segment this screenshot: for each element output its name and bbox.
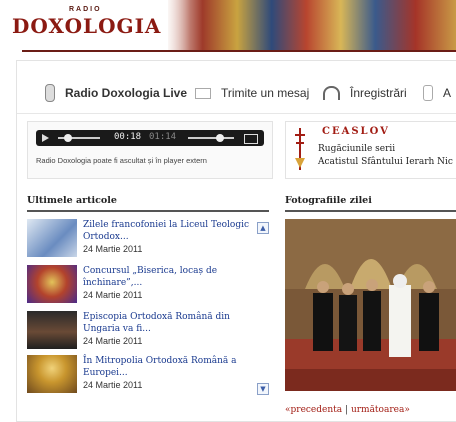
cross-icon <box>295 128 305 170</box>
site-logo[interactable]: DOXOLOGIA <box>12 14 161 38</box>
nav-send-message-label: Trimite un mesaj <box>221 86 310 100</box>
play-icon[interactable] <box>42 134 49 142</box>
main-content: Radio Doxologia Live Trimite un mesaj În… <box>16 60 456 422</box>
article-thumbnail[interactable] <box>27 355 77 393</box>
logo-radio-label: RADIO <box>69 6 102 13</box>
nav-send-message[interactable]: Trimite un mesaj <box>195 73 309 113</box>
previous-photo-link[interactable]: «precedenta <box>285 405 342 415</box>
article-date: 24 Martie 2011 <box>83 290 143 300</box>
article-title[interactable]: Zilele francofoniei la Liceul Teologic O… <box>83 219 255 243</box>
article-thumbnail[interactable] <box>27 311 77 349</box>
ceaslov-akathist[interactable]: Acatistul Sfântului Ierarh Nic <box>318 157 453 167</box>
envelope-icon <box>195 87 211 99</box>
photo-of-the-day[interactable] <box>285 219 456 391</box>
article-date: 24 Martie 2011 <box>83 336 143 346</box>
volume-slider[interactable] <box>188 137 234 139</box>
list-item[interactable]: În Mitropolia Ortodoxă Română a Europei.… <box>27 355 267 399</box>
list-item[interactable]: Concursul „Biserica, locaș de închinare”… <box>27 265 267 309</box>
photo-navigation: «precedenta | următoarea» <box>285 405 410 415</box>
ceaslov-evening-prayers[interactable]: Rugăciunile serii <box>318 144 395 154</box>
photos-title: Fotografiile zilei <box>285 195 372 206</box>
nav-recordings-label: Înregistrări <box>350 86 407 100</box>
next-photo-link[interactable]: următoarea» <box>351 405 410 415</box>
external-player-note[interactable]: Radio Doxologia poate fi ascultat și în … <box>36 156 207 165</box>
time-total: 01:14 <box>149 132 177 142</box>
top-nav: Radio Doxologia Live Trimite un mesaj În… <box>17 73 456 113</box>
photo-nav-separator: | <box>345 405 349 415</box>
ceaslov-title: CEASLOV <box>322 126 390 137</box>
list-item[interactable]: Episcopia Ortodoxă Română din Ungaria va… <box>27 311 267 355</box>
list-item[interactable]: Zilele francofoniei la Liceul Teologic O… <box>27 219 267 263</box>
nav-more-label: A <box>443 86 452 100</box>
article-title[interactable]: Concursul „Biserica, locaș de închinare”… <box>83 265 255 289</box>
time-elapsed: 00:18 <box>114 132 142 142</box>
microphone-icon <box>45 84 55 102</box>
person-icon <box>423 85 433 101</box>
nav-radio-live-label: Radio Doxologia Live <box>65 86 188 100</box>
nav-recordings[interactable]: Înregistrări <box>323 73 407 113</box>
photo-image <box>285 219 456 391</box>
nav-more[interactable]: A <box>423 73 451 113</box>
scroll-down-button[interactable]: ▼ <box>257 383 269 395</box>
volume-knob[interactable] <box>216 134 224 142</box>
article-thumbnail[interactable] <box>27 265 77 303</box>
article-thumbnail[interactable] <box>27 219 77 257</box>
headphones-icon <box>323 86 340 100</box>
seek-knob[interactable] <box>64 134 72 142</box>
site-header: RADIO DOXOLOGIA <box>0 0 456 50</box>
article-title[interactable]: Episcopia Ortodoxă Română din Ungaria va… <box>83 311 255 335</box>
scroll-up-button[interactable]: ▲ <box>257 222 269 234</box>
header-banner <box>168 0 456 50</box>
live-player-box: 00:18 01:14 Radio Doxologia poate fi asc… <box>27 121 273 179</box>
latest-articles-title: Ultimele articole <box>27 195 117 206</box>
audio-player[interactable]: 00:18 01:14 <box>36 130 264 146</box>
nav-radio-live[interactable]: Radio Doxologia Live <box>45 73 187 113</box>
header-divider <box>22 50 456 52</box>
article-title[interactable]: În Mitropolia Ortodoxă Română a Europei.… <box>83 355 255 379</box>
article-date: 24 Martie 2011 <box>83 244 143 254</box>
ceaslov-box: CEASLOV Rugăciunile serii Acatistul Sfân… <box>285 121 456 179</box>
fullscreen-icon[interactable] <box>244 134 258 144</box>
article-date: 24 Martie 2011 <box>83 380 143 390</box>
